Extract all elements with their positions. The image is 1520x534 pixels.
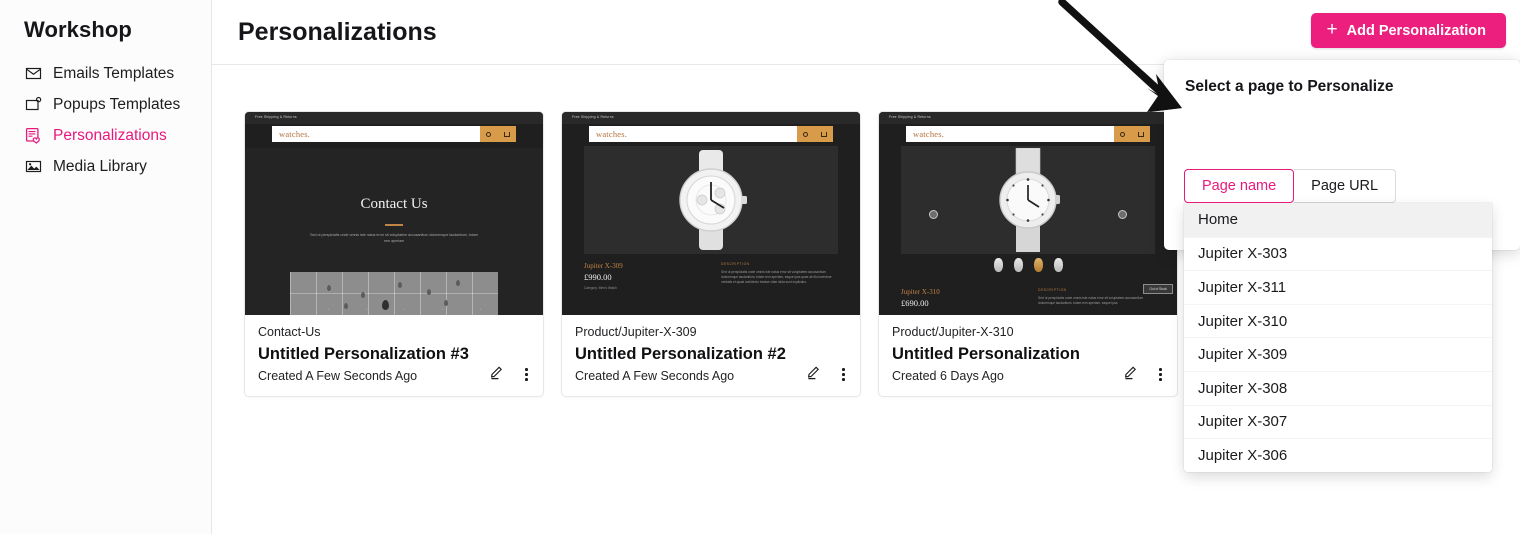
plus-icon: + (1326, 19, 1338, 40)
dropdown-option[interactable]: Jupiter X-308 (1184, 370, 1492, 405)
card-title: Untitled Personalization #2 (575, 345, 786, 363)
thumb-header-icons (797, 126, 833, 142)
dropdown-option[interactable]: Jupiter X-309 (1184, 337, 1492, 371)
thumb-announcement-text: Free Shipping & Returns (572, 115, 614, 119)
thumb-divider (385, 224, 403, 226)
pencil-icon[interactable] (806, 364, 822, 385)
thumb-announcement-bar: Free Shipping & Returns (562, 112, 860, 124)
thumb-hero: Contact Us Sed ut perspiciatis unde omni… (245, 148, 543, 315)
thumb-product-image (901, 146, 1155, 254)
thumb-product-price: £990.00 (584, 272, 612, 282)
thumb-description-text: Sed ut perspiciatis unde omnis iste natu… (1038, 296, 1144, 305)
thumb-description-text: Sed ut perspiciatis unde omnis iste natu… (721, 270, 832, 284)
card-page-path: Contact-Us (258, 325, 321, 339)
thumb-site-header: watches. (906, 126, 1150, 142)
thumb-logo: watches. (913, 129, 945, 139)
card-thumbnail-preview: Free Shipping & Returns watches. (562, 112, 860, 315)
pencil-icon[interactable] (1123, 364, 1139, 385)
personalization-card-grid: Free Shipping & Returns watches. Contact… (244, 111, 1178, 397)
vertical-dots-icon[interactable] (521, 366, 532, 383)
popover-title: Select a page to Personalize (1185, 78, 1394, 95)
sidebar: Workshop Emails Templates Popups Templat… (0, 0, 212, 534)
thumb-heading: Contact Us (360, 196, 428, 212)
page-header: Personalizations + Add Personalization (212, 0, 1520, 65)
popup-icon (25, 96, 42, 113)
thumb-product-name: Jupiter X-310 (901, 288, 940, 296)
add-personalization-button[interactable]: + Add Personalization (1310, 13, 1506, 48)
tab-page-url[interactable]: Page URL (1294, 169, 1397, 203)
thumb-variant-swatches (879, 258, 1177, 272)
card-actions (489, 364, 532, 385)
sidebar-item-media-library[interactable]: Media Library (0, 151, 212, 182)
thumb-product-price: £690.00 (901, 298, 929, 308)
thumb-map-image (290, 272, 498, 315)
thumb-announcement-bar: Free Shipping & Returns (245, 112, 543, 124)
app-root: Workshop Emails Templates Popups Templat… (0, 0, 1520, 534)
watch-illustration (999, 148, 1060, 252)
card-title: Untitled Personalization #3 (258, 345, 469, 363)
sidebar-item-label: Emails Templates (53, 64, 175, 82)
card-actions (806, 364, 849, 385)
thumb-announcement-text: Free Shipping & Returns (255, 115, 297, 119)
personalization-card[interactable]: Free Shipping & Returns watches. Contact… (244, 111, 544, 397)
card-thumbnail-preview: Free Shipping & Returns watches. (879, 112, 1177, 315)
sidebar-item-label: Personalizations (53, 126, 167, 144)
thumb-product-category: Category: Men's Watch (584, 286, 617, 290)
page-selection-mode-tabs: Page name Page URL (1184, 169, 1397, 203)
thumb-site-header: watches. (589, 126, 833, 142)
thumb-announcement-text: Free Shipping & Returns (889, 115, 931, 119)
thumb-product-details: Jupiter X-310 £690.00 DESCRIPTION Sed ut… (901, 288, 1155, 315)
personalization-heart-icon (25, 127, 42, 144)
dropdown-option[interactable]: Home (1184, 203, 1492, 237)
vertical-dots-icon[interactable] (1155, 366, 1166, 383)
thumb-product-image (584, 146, 838, 254)
sidebar-item-personalizations[interactable]: Personalizations (0, 120, 212, 151)
add-personalization-label: Add Personalization (1346, 22, 1486, 39)
card-title: Untitled Personalization (892, 345, 1080, 363)
thumb-prev-arrow (929, 210, 938, 219)
card-body: Contact-Us Untitled Personalization #3 C… (245, 315, 543, 396)
card-body: Product/Jupiter-X-310 Untitled Personali… (879, 315, 1177, 396)
dropdown-option[interactable]: Jupiter X-307 (1184, 404, 1492, 439)
thumb-logo: watches. (279, 129, 311, 139)
dropdown-option[interactable]: Jupiter X-310 (1184, 303, 1492, 338)
thumb-paragraph: Sed ut perspiciatis unde omnis iste natu… (310, 233, 478, 243)
image-icon (25, 158, 42, 175)
tab-page-name[interactable]: Page name (1184, 169, 1295, 203)
card-thumbnail-preview: Free Shipping & Returns watches. Contact… (245, 112, 543, 315)
sidebar-item-emails-templates[interactable]: Emails Templates (0, 58, 212, 89)
thumb-product-name: Jupiter X-309 (584, 262, 623, 270)
card-actions (1123, 364, 1166, 385)
dropdown-option[interactable]: Jupiter X-311 (1184, 270, 1492, 304)
thumb-product-details: Jupiter X-309 £990.00 Category: Men's Wa… (584, 262, 838, 315)
thumb-header-icons (1114, 126, 1150, 142)
thumb-announcement-bar: Free Shipping & Returns (879, 112, 1177, 124)
vertical-dots-icon[interactable] (838, 366, 849, 383)
personalization-card[interactable]: Free Shipping & Returns watches. (561, 111, 861, 397)
pencil-icon[interactable] (489, 364, 505, 385)
workspace-title: Workshop (24, 17, 132, 42)
card-page-path: Product/Jupiter-X-310 (892, 325, 1014, 339)
sidebar-item-popups-templates[interactable]: Popups Templates (0, 89, 212, 120)
sidebar-item-label: Media Library (53, 157, 147, 175)
watch-illustration (679, 150, 747, 250)
thumb-logo: watches. (596, 129, 628, 139)
card-page-path: Product/Jupiter-X-309 (575, 325, 697, 339)
thumb-site-header: watches. (272, 126, 516, 142)
thumb-next-arrow (1118, 210, 1127, 219)
sidebar-nav: Emails Templates Popups Templates Person… (0, 58, 212, 182)
thumb-description-label: DESCRIPTION (721, 262, 750, 266)
card-body: Product/Jupiter-X-309 Untitled Personali… (562, 315, 860, 396)
dropdown-option[interactable]: Jupiter X-306 (1184, 438, 1492, 472)
page-options-dropdown[interactable]: Home Jupiter X-303 Jupiter X-311 Jupiter… (1184, 203, 1492, 472)
sidebar-item-label: Popups Templates (53, 95, 181, 113)
thumb-description-label: DESCRIPTION (1038, 288, 1067, 292)
thumb-header-icons (480, 126, 516, 142)
envelope-icon (25, 65, 42, 82)
personalization-card[interactable]: Free Shipping & Returns watches. (878, 111, 1178, 397)
page-title: Personalizations (238, 18, 437, 46)
dropdown-option[interactable]: Jupiter X-303 (1184, 236, 1492, 271)
